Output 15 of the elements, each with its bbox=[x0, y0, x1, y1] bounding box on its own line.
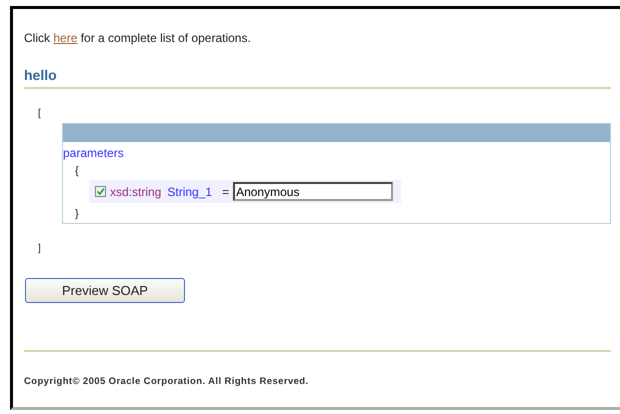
here-link[interactable]: here bbox=[53, 31, 78, 45]
preview-soap-button[interactable]: Preview SOAP bbox=[25, 278, 185, 303]
value-input[interactable]: Anonymous bbox=[233, 182, 394, 201]
close-bracket: ] bbox=[38, 244, 42, 254]
open-brace: { bbox=[75, 164, 80, 178]
parameters-label: parameters bbox=[63, 146, 125, 160]
operation-title: hello bbox=[24, 67, 58, 85]
equals-sign: = bbox=[222, 184, 230, 198]
type-label: xsd:string bbox=[110, 184, 162, 198]
copyright-text: Copyright© 2005 Oracle Corporation. All Rights Reserved. bbox=[24, 376, 310, 387]
checkbox[interactable] bbox=[95, 186, 106, 197]
close-brace: } bbox=[75, 207, 80, 221]
parameter-name: String_1 bbox=[167, 184, 212, 198]
open-bracket: [ bbox=[38, 109, 42, 119]
intro-sentence: Click here for a complete list of operations. bbox=[24, 30, 252, 47]
